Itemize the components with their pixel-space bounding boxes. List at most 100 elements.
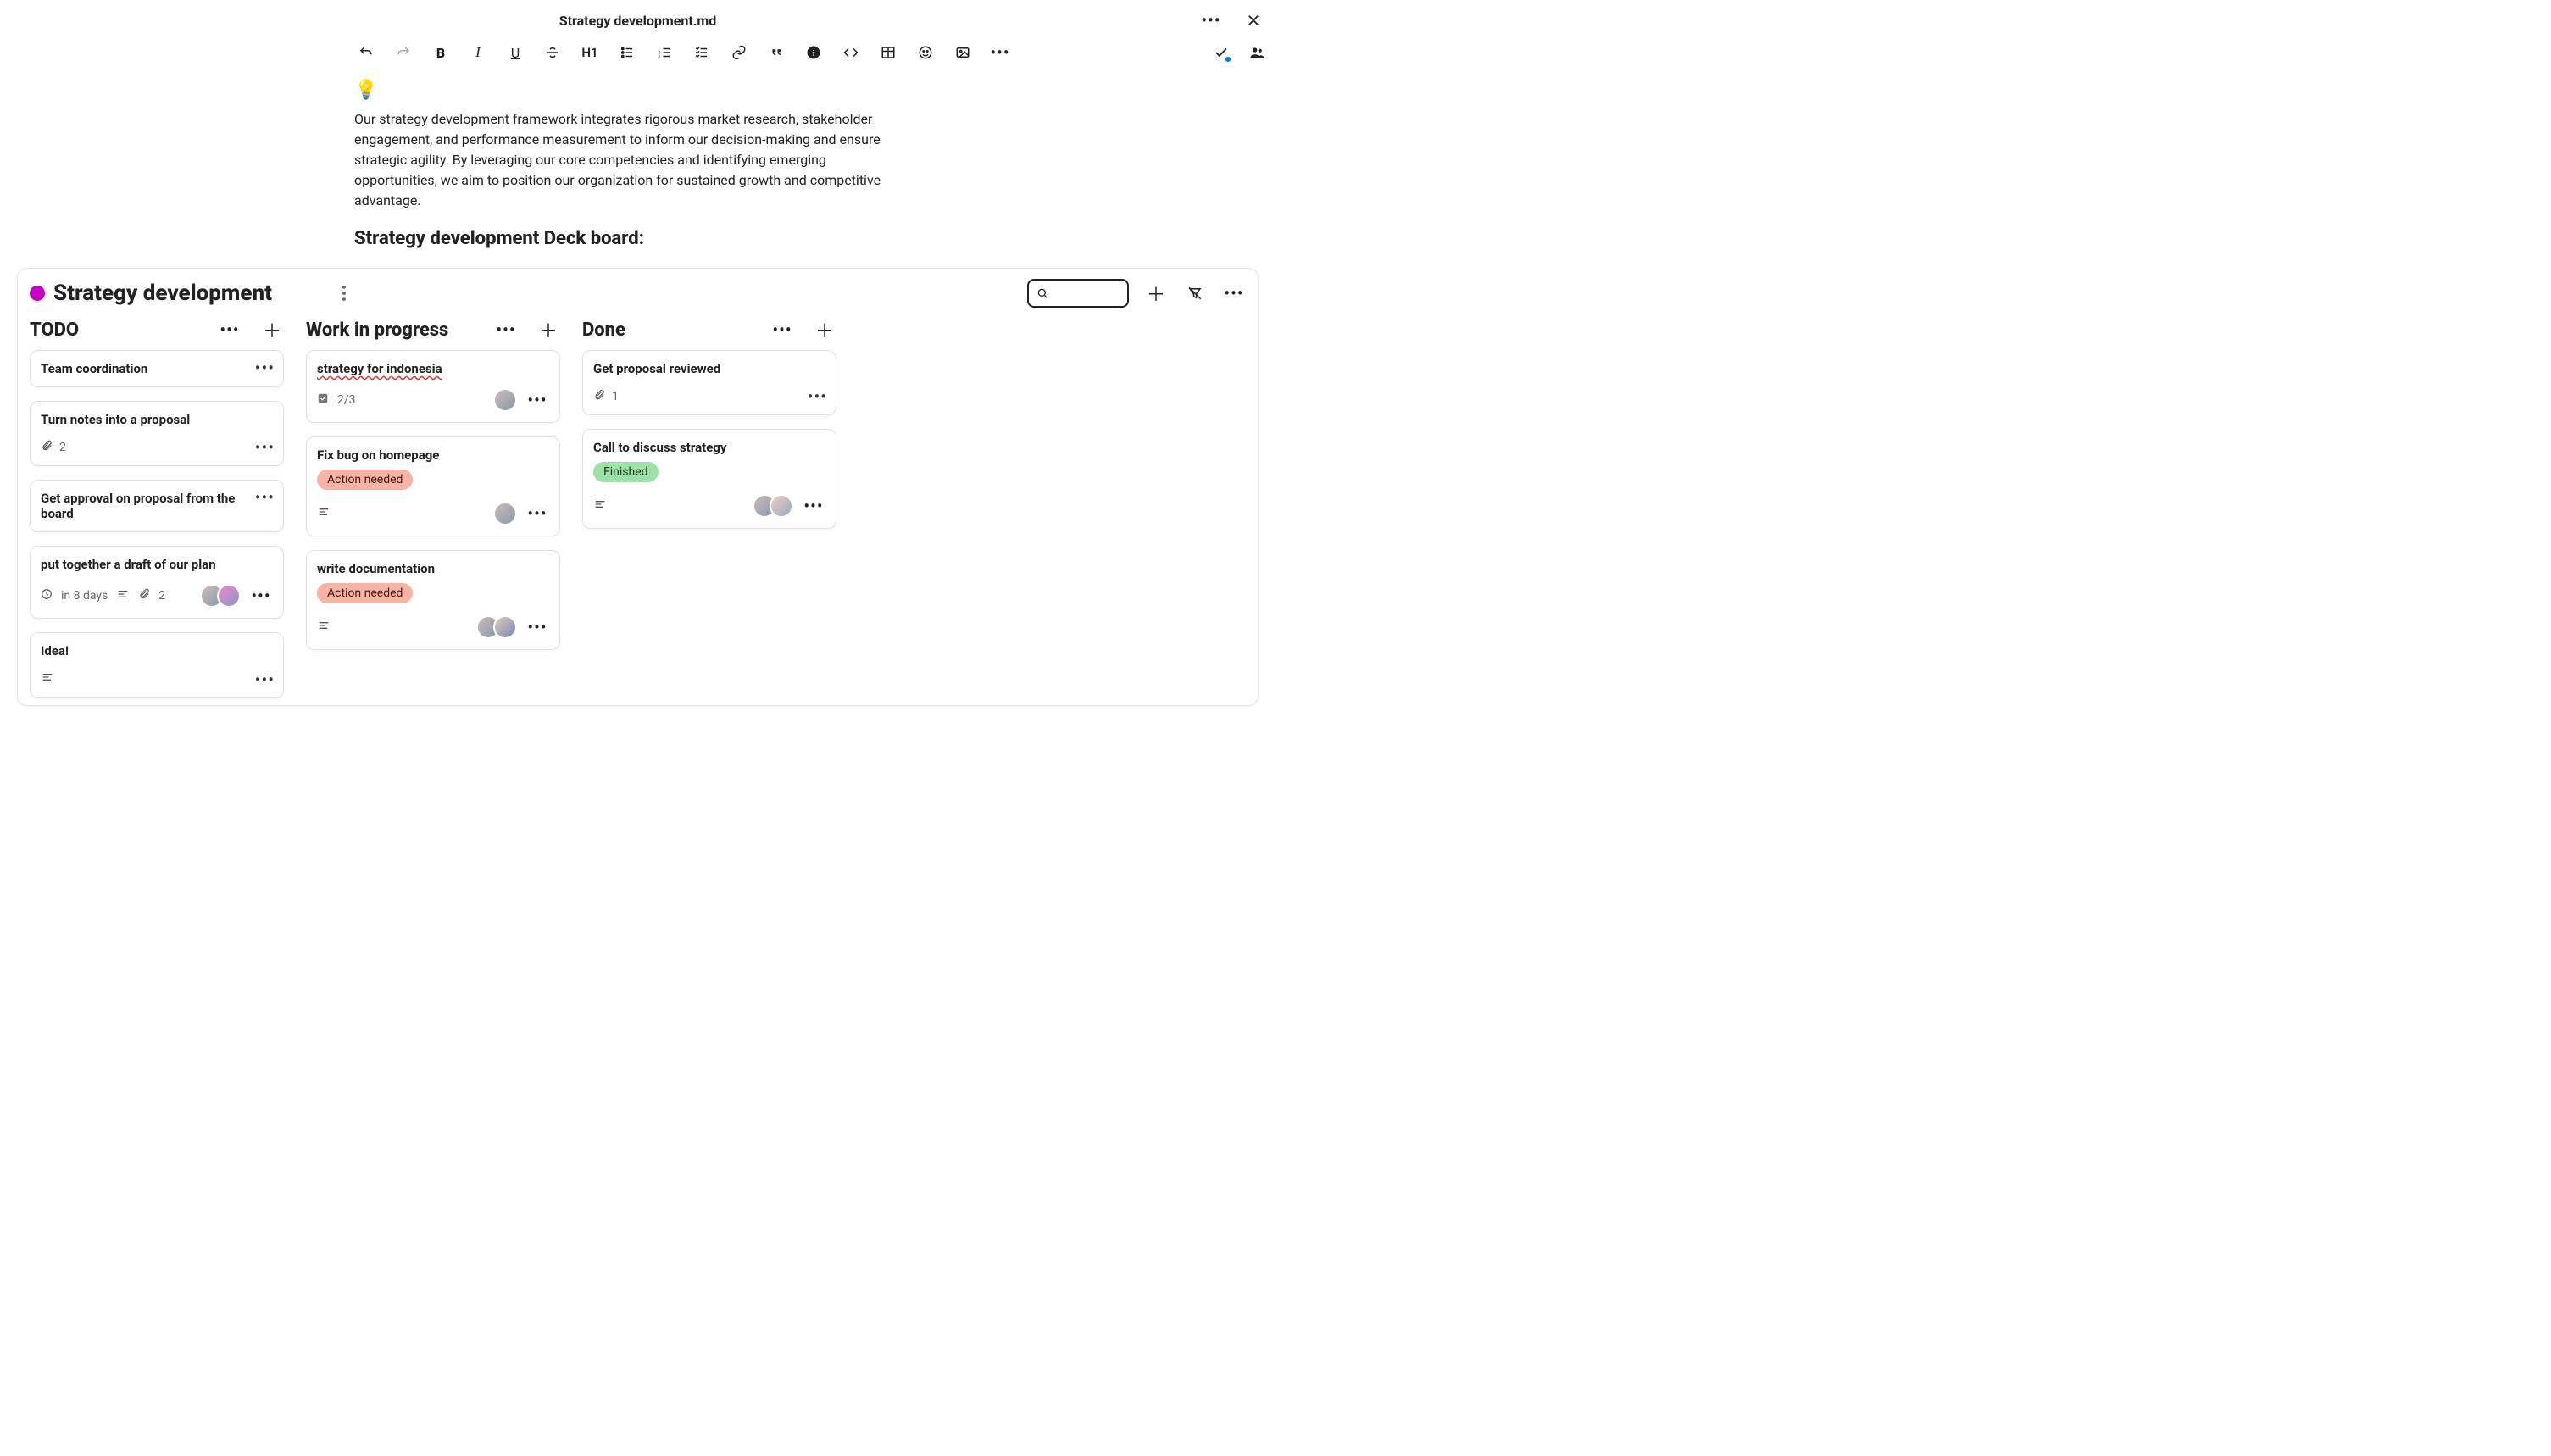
document-title: Strategy development.md [559,13,717,29]
description-icon [116,587,130,604]
column-menu-button[interactable]: ••• [770,318,794,342]
redo-button[interactable] [395,44,412,61]
link-button[interactable] [731,44,748,61]
document-heading[interactable]: Strategy development Deck board: [354,228,897,249]
share-users-button[interactable] [1248,44,1265,61]
clock-icon [41,588,53,603]
add-card-button[interactable]: ＋ [813,318,836,342]
attachment-icon [138,588,150,603]
column-done: Done ••• ＋ Get proposal reviewed ••• 1 C… [582,318,836,542]
board-header-actions: ＋ ••• [1027,279,1246,308]
code-block-button[interactable] [842,44,859,61]
header-actions: ••• [1199,0,1265,41]
column-wip: Work in progress ••• ＋ strategy for indo… [306,318,560,664]
card[interactable]: put together a draft of our plan in 8 da… [30,546,284,619]
assignees [200,584,241,608]
table-button[interactable] [880,44,897,61]
avatar [493,502,517,525]
card-title: strategy for indonesia [317,361,549,376]
unordered-list-button[interactable] [619,44,636,61]
assignees [493,388,517,412]
attachment-icon [41,439,53,455]
quote-button[interactable] [768,44,785,61]
deck-board: Strategy development ••• ＋ ••• TODO ••• … [17,268,1259,706]
avatar [770,494,793,518]
more-actions-button[interactable]: ••• [1199,8,1223,32]
avatar [217,584,241,608]
ordered-list-button[interactable]: 123 [656,44,673,61]
attachment-count: 1 [612,390,619,403]
card[interactable]: write documentation Action needed ••• [306,550,560,650]
undo-button[interactable] [358,44,375,61]
document-paragraph[interactable]: Our strategy development framework integ… [354,109,897,211]
board-more-button[interactable]: ••• [1222,281,1246,305]
description-icon [317,505,331,522]
card[interactable]: Call to discuss strategy Finished ••• [582,429,836,529]
card[interactable]: Team coordination ••• [30,350,284,387]
board-search-input[interactable] [1049,286,1117,300]
image-button[interactable] [954,44,971,61]
card-menu-button[interactable]: ••• [525,388,549,412]
avatar [493,615,517,639]
more-format-button[interactable]: ••• [992,44,1009,61]
avatar [493,388,517,412]
card[interactable]: Get approval on proposal from the board … [30,480,284,532]
card-menu-button[interactable]: ••• [808,388,827,406]
column-title[interactable]: TODO [30,320,79,341]
board-menu-button[interactable]: ••• [331,281,355,305]
bold-button[interactable]: B [432,44,449,61]
underline-button[interactable]: U [507,44,524,61]
card-label: Action needed [317,583,413,603]
card-title: Idea! [41,643,273,659]
card-menu-button[interactable]: ••• [525,502,549,525]
checklist-icon [317,392,329,408]
card-title: put together a draft of our plan [41,557,273,572]
window-header: Strategy development.md ••• [0,0,1276,41]
checklist-button[interactable] [693,44,710,61]
board-search[interactable] [1027,279,1129,308]
card[interactable]: strategy for indonesia 2/3 ••• [306,350,560,423]
sync-indicator-dot [1225,56,1231,63]
card-menu-button[interactable]: ••• [255,671,275,689]
description-icon [593,497,607,514]
card-menu-button[interactable]: ••• [802,494,825,518]
card[interactable]: Turn notes into a proposal ••• 2 [30,401,284,466]
column-menu-button[interactable]: ••• [218,318,242,342]
card-menu-button[interactable]: ••• [255,489,275,507]
svg-text:i: i [813,49,815,58]
add-card-button[interactable]: ＋ [536,318,560,342]
card[interactable]: Fix bug on homepage Action needed ••• [306,436,560,536]
search-icon [1036,286,1049,300]
card-menu-button[interactable]: ••• [525,615,549,639]
checklist-count: 2/3 [337,393,356,407]
close-button[interactable] [1242,8,1265,32]
info-block-button[interactable]: i [805,44,822,61]
card-menu-button[interactable]: ••• [249,584,273,608]
strikethrough-button[interactable] [544,44,561,61]
card-title: Call to discuss strategy [593,440,825,455]
add-list-button[interactable]: ＋ [1144,281,1168,305]
attachment-icon [593,388,605,404]
svg-text:3: 3 [659,54,661,59]
card-title: write documentation [317,561,549,576]
assignees [753,494,793,518]
heading-button[interactable]: H1 [581,44,598,61]
card-title: Turn notes into a proposal [41,412,273,427]
emoji-button[interactable] [917,44,934,61]
board-title[interactable]: Strategy development [53,281,272,306]
document-body[interactable]: 💡 Our strategy development framework int… [354,80,897,249]
card-title: Team coordination [41,361,273,376]
column-menu-button[interactable]: ••• [494,318,518,342]
add-card-button[interactable]: ＋ [260,318,284,342]
due-date: in 8 days [61,589,108,603]
italic-button[interactable]: I [470,44,486,61]
card[interactable]: Idea! ••• [30,632,284,698]
sync-status-button[interactable] [1213,44,1230,61]
card[interactable]: Get proposal reviewed ••• 1 [582,350,836,415]
card-label: Action needed [317,470,413,490]
card-menu-button[interactable]: ••• [255,359,275,377]
clear-filter-button[interactable] [1183,281,1207,305]
column-title[interactable]: Work in progress [306,320,448,341]
card-menu-button[interactable]: ••• [255,439,275,457]
column-title[interactable]: Done [582,320,625,341]
